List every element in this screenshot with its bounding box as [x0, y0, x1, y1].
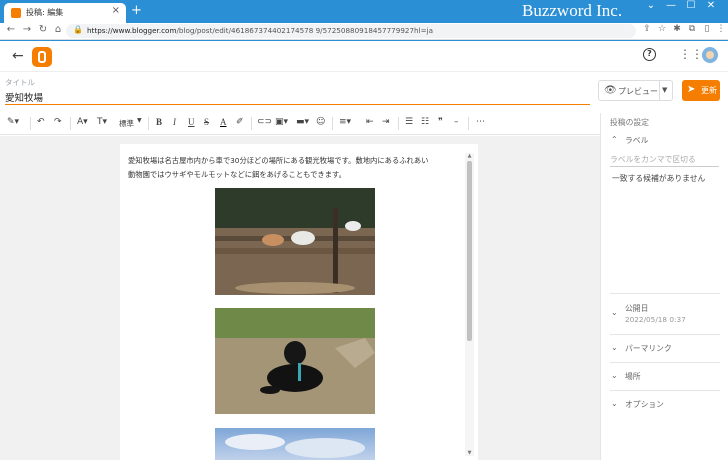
- published-date: 2022/05/18 0:37: [625, 315, 686, 324]
- browser-menu-icon[interactable]: ⋮: [714, 24, 728, 34]
- window-controls: ⌄ — ☐ ✕: [642, 0, 720, 20]
- extension-icon[interactable]: ✱: [670, 24, 684, 34]
- chevron-down-icon: ⌄: [611, 371, 618, 380]
- chevron-down-icon: ⌄: [611, 343, 618, 352]
- editor-scrollbar[interactable]: ▲ ▼: [465, 153, 474, 456]
- sidepanel-icon[interactable]: ▯: [700, 24, 714, 34]
- underline-icon[interactable]: U: [188, 117, 195, 127]
- maximize-icon[interactable]: ☐: [682, 0, 700, 20]
- puzzle-icon[interactable]: ⧉: [685, 24, 699, 34]
- font-family-icon[interactable]: A▾: [77, 117, 88, 127]
- update-label: 更新: [701, 86, 717, 95]
- numbered-list-icon[interactable]: ☷: [421, 117, 429, 127]
- close-window-icon[interactable]: ✕: [702, 0, 720, 20]
- back-arrow-icon[interactable]: ←: [12, 48, 24, 64]
- indent-increase-icon[interactable]: ⇥: [382, 117, 390, 127]
- chevron-down-icon[interactable]: ▼: [137, 117, 142, 124]
- location-label: 場所: [625, 372, 641, 381]
- blogger-logo-icon[interactable]: [32, 47, 52, 67]
- preview-label: プレビュー: [618, 87, 658, 96]
- url-text: https://www.blogger.com/blog/post/edit/4…: [87, 26, 434, 35]
- avatar[interactable]: [702, 47, 718, 63]
- chevron-down-icon: ⌄: [611, 308, 618, 317]
- photo-goats[interactable]: [215, 188, 375, 295]
- scroll-down-icon[interactable]: ▼: [465, 450, 474, 456]
- emoji-icon[interactable]: ☺: [316, 117, 325, 127]
- redo-icon[interactable]: ↷: [54, 117, 62, 127]
- eye-icon: 👁: [604, 85, 617, 96]
- settings-heading: 投稿の設定: [610, 118, 649, 127]
- lock-icon: 🔒: [73, 25, 83, 34]
- post-body-text[interactable]: 愛知牧場は名古屋市内から車で30分ほどの場所にある観光牧場です。敷地内にあるふれ…: [128, 154, 464, 182]
- update-button[interactable]: ➤ 更新: [682, 80, 720, 101]
- italic-icon[interactable]: I: [173, 117, 176, 127]
- home-icon[interactable]: ⌂: [51, 24, 65, 35]
- clear-format-icon[interactable]: –: [454, 117, 459, 127]
- image-icon[interactable]: ▣▾: [275, 117, 288, 127]
- send-icon: ➤: [687, 84, 696, 95]
- address-bar[interactable]: 🔒 https://www.blogger.com/blog/post/edit…: [66, 24, 636, 38]
- new-tab-button[interactable]: +: [131, 3, 142, 18]
- labels-input[interactable]: [610, 153, 719, 167]
- format-toolbar: ✎▾ ↶ ↷ A▾ T▾ 標準 ▼ B I U S A ✐ ⊂⊃ ▣▾ ▬▾ ☺…: [0, 113, 600, 135]
- highlight-icon[interactable]: ✐: [236, 117, 244, 127]
- paragraph-format-select[interactable]: 標準: [119, 118, 134, 129]
- browser-tab[interactable]: 投稿: 編集 ×: [4, 3, 126, 23]
- blogger-editor: ← ? ⋮⋮⋮ タイトル 👁 プレビュー ▼ ➤ 更新 ✎▾ ↶ ↷ A▾ T▾…: [0, 41, 728, 460]
- brand-watermark: Buzzword Inc.: [522, 1, 623, 20]
- align-icon[interactable]: ≡▾: [339, 117, 351, 127]
- scroll-thumb[interactable]: [467, 161, 472, 341]
- bookmark-star-icon[interactable]: ☆: [655, 24, 669, 34]
- compose-mode-icon[interactable]: ✎▾: [7, 117, 19, 127]
- title-label: タイトル: [5, 78, 35, 87]
- text-color-icon[interactable]: A: [220, 117, 227, 127]
- close-tab-icon[interactable]: ×: [112, 5, 120, 16]
- help-icon[interactable]: ?: [643, 48, 656, 61]
- published-label: 公開日: [625, 304, 649, 313]
- app-header: ← ? ⋮⋮⋮: [0, 41, 728, 72]
- chevron-down-icon[interactable]: ▼: [662, 86, 667, 94]
- more-options-icon[interactable]: ⋯: [476, 117, 485, 127]
- forward-icon[interactable]: →: [20, 24, 34, 35]
- tab-title: 投稿: 編集: [26, 8, 64, 17]
- back-icon[interactable]: ←: [4, 24, 18, 35]
- video-icon[interactable]: ▬▾: [296, 117, 309, 127]
- font-size-icon[interactable]: T▾: [97, 117, 107, 127]
- divider: [610, 362, 720, 363]
- strikethrough-icon[interactable]: S: [204, 117, 209, 127]
- browser-titlebar: 投稿: 編集 × + Buzzword Inc. ⌄ — ☐ ✕: [0, 0, 728, 23]
- bold-icon[interactable]: B: [156, 117, 162, 127]
- photo-black-lamb[interactable]: [215, 308, 375, 414]
- bulleted-list-icon[interactable]: ☰: [405, 117, 413, 127]
- post-settings-sidebar: 投稿の設定 ⌃ ラベル 一致する候補がありません ⌄ 公開日 2022/05/1…: [600, 113, 728, 460]
- divider: [610, 293, 720, 294]
- preview-button[interactable]: 👁 プレビュー ▼: [598, 80, 673, 101]
- chevron-up-icon: ⌃: [611, 135, 618, 144]
- undo-icon[interactable]: ↶: [37, 117, 45, 127]
- divider: [610, 334, 720, 335]
- divider: [610, 390, 720, 391]
- permalink-label: パーマリンク: [625, 344, 672, 353]
- quote-icon[interactable]: ❞: [438, 117, 443, 127]
- preview-divider: [659, 81, 660, 100]
- minimize-icon[interactable]: —: [662, 0, 680, 20]
- chevron-down-icon: ⌄: [611, 399, 618, 408]
- indent-decrease-icon[interactable]: ⇤: [366, 117, 374, 127]
- scroll-up-icon[interactable]: ▲: [465, 153, 474, 159]
- labels-section-label: ラベル: [625, 136, 649, 145]
- browser-toolbar: ← → ↻ ⌂ 🔒 https://www.blogger.com/blog/p…: [0, 23, 728, 40]
- options-label: オプション: [625, 400, 664, 409]
- share-icon[interactable]: ⇪: [640, 24, 654, 34]
- blogger-favicon-icon: [11, 8, 21, 18]
- reload-icon[interactable]: ↻: [36, 24, 50, 35]
- link-icon[interactable]: ⊂⊃: [257, 117, 272, 127]
- photo-sky[interactable]: [215, 428, 375, 460]
- post-body-editor[interactable]: 愛知牧場は名古屋市内から車で30分ほどの場所にある観光牧場です。敷地内にあるふれ…: [120, 144, 478, 460]
- chevron-down-icon[interactable]: ⌄: [642, 0, 660, 20]
- no-match-text: 一致する候補がありません: [612, 174, 706, 183]
- title-input[interactable]: [5, 89, 590, 105]
